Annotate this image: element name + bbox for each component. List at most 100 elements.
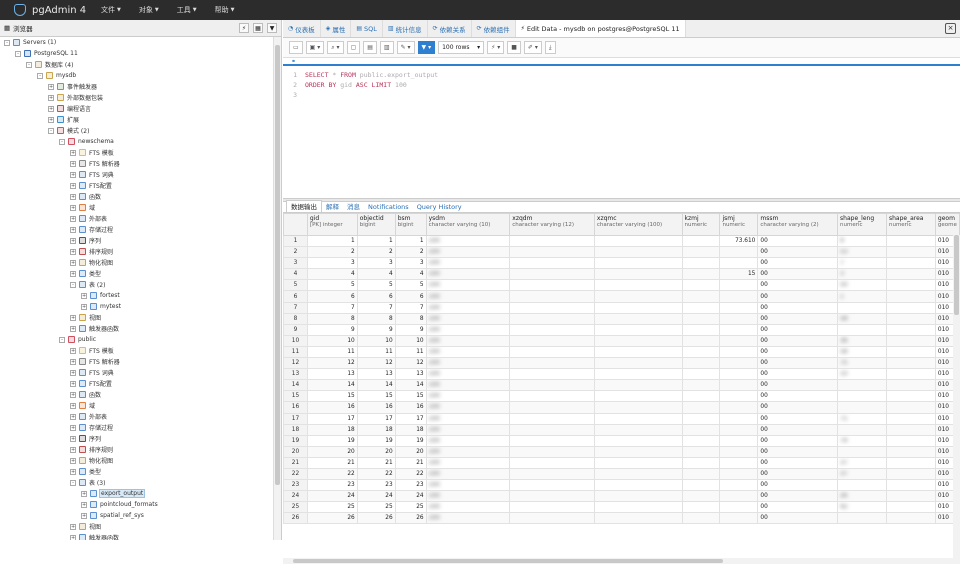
tree-node[interactable]: + 触发器函数 — [0, 532, 272, 540]
tree-node[interactable]: + spatial_ref_sys — [0, 510, 272, 521]
table-cell[interactable]: 14 — [306, 379, 358, 392]
column-header[interactable]: xzqmc character varying (100) — [593, 213, 683, 236]
table-cell[interactable]: 100 — [425, 379, 511, 392]
table-cell[interactable] — [719, 357, 759, 370]
table-cell[interactable]: 21 — [306, 456, 358, 469]
table-cell[interactable]: 6 — [394, 290, 427, 303]
table-cell[interactable]: 3 — [837, 268, 887, 281]
tree-node[interactable]: - Servers (1) — [0, 37, 272, 48]
table-cell[interactable] — [681, 379, 721, 392]
table-cell[interactable] — [719, 490, 759, 503]
table-cell[interactable] — [719, 257, 759, 270]
tree-toggle-icon[interactable]: + — [70, 314, 76, 321]
table-cell[interactable]: 00 — [757, 357, 839, 370]
table-row[interactable]: 11 11 11 11 100 00 58 010 — [283, 345, 960, 359]
table-cell[interactable]: 42 — [837, 501, 887, 514]
table-cell[interactable] — [681, 323, 721, 336]
table-cell[interactable]: 75 — [837, 357, 887, 370]
result-tab[interactable]: 数据输出 — [286, 200, 322, 212]
table-cell[interactable]: 20 — [394, 445, 427, 458]
table-cell[interactable] — [681, 423, 721, 436]
row-number[interactable]: 19 — [283, 434, 308, 447]
table-cell[interactable]: 00 — [757, 412, 839, 425]
table-cell[interactable]: 15 — [394, 390, 427, 403]
table-cell[interactable]: 37 — [837, 456, 887, 469]
table-cell[interactable]: 100 — [425, 279, 511, 292]
row-number[interactable]: 18 — [283, 423, 308, 436]
tree-node[interactable]: + export_output — [0, 488, 272, 499]
table-cell[interactable] — [593, 257, 683, 270]
table-row[interactable]: 21 21 21 21 100 00 37 010 — [283, 456, 960, 469]
table-cell[interactable] — [719, 334, 759, 347]
table-cell[interactable] — [885, 234, 936, 248]
table-cell[interactable] — [509, 279, 595, 292]
tree-toggle-icon[interactable]: + — [70, 149, 76, 156]
tree-toggle-icon[interactable]: + — [70, 413, 76, 420]
tree-toggle-icon[interactable]: + — [70, 160, 76, 167]
table-cell[interactable] — [719, 412, 759, 425]
table-row[interactable]: 12 12 12 12 100 00 75 010 — [283, 357, 960, 370]
tree-toggle-icon[interactable]: + — [70, 358, 76, 365]
table-cell[interactable]: 19 — [394, 434, 427, 447]
tab-item[interactable]: ▥ 统计信息 — [383, 20, 428, 37]
tab-item[interactable]: ⟳ 依赖关系 — [428, 20, 472, 37]
table-cell[interactable] — [681, 368, 721, 381]
tree-node[interactable]: - 数据库 (4) — [0, 59, 272, 70]
row-number[interactable]: 17 — [283, 412, 308, 425]
tree-toggle-icon[interactable]: + — [48, 94, 54, 101]
table-cell[interactable]: 18 — [356, 423, 396, 436]
table-cell[interactable]: 15 — [356, 390, 396, 403]
table-cell[interactable]: 1 — [356, 234, 396, 248]
table-row[interactable]: 22 22 22 22 100 00 37 010 — [283, 467, 960, 481]
table-cell[interactable] — [837, 379, 887, 392]
row-number[interactable]: 21 — [283, 456, 308, 469]
table-cell[interactable]: 100 — [425, 246, 511, 259]
table-cell[interactable]: 100 — [425, 290, 511, 303]
tree-toggle-icon[interactable]: + — [48, 105, 54, 112]
table-cell[interactable] — [719, 423, 759, 436]
tree-toggle-icon[interactable]: + — [70, 248, 76, 255]
table-cell[interactable]: 26 — [356, 512, 396, 525]
table-cell[interactable]: 23 — [394, 479, 427, 492]
table-cell[interactable]: 22 — [356, 467, 396, 481]
tree-node[interactable]: + 排序规则 — [0, 246, 272, 257]
table-row[interactable]: 7 7 7 7 100 00 010 — [283, 301, 960, 314]
table-cell[interactable] — [885, 479, 936, 492]
table-cell[interactable] — [885, 323, 936, 336]
table-cell[interactable]: 00 — [757, 479, 839, 492]
table-cell[interactable]: 26 — [837, 490, 887, 503]
table-cell[interactable] — [681, 279, 721, 292]
table-cell[interactable]: 22 — [306, 467, 358, 481]
table-cell[interactable] — [681, 334, 721, 347]
table-cell[interactable] — [719, 390, 759, 403]
tree-toggle-icon[interactable]: - — [4, 39, 10, 46]
row-number[interactable]: 4 — [283, 268, 308, 281]
table-cell[interactable] — [885, 412, 936, 425]
table-cell[interactable] — [681, 357, 721, 370]
table-cell[interactable] — [593, 456, 683, 469]
table-cell[interactable] — [509, 434, 595, 447]
tree-toggle-icon[interactable]: + — [48, 83, 54, 90]
table-cell[interactable]: 50 — [837, 279, 887, 292]
tree-node[interactable]: + 域 — [0, 400, 272, 411]
tree-toggle-icon[interactable]: + — [70, 347, 76, 354]
table-cell[interactable]: 100 — [425, 357, 511, 370]
table-cell[interactable]: 10 — [394, 334, 427, 347]
table-cell[interactable] — [885, 357, 936, 370]
row-number[interactable]: 10 — [283, 334, 308, 347]
table-row[interactable]: 17 17 17 17 100 00 71 010 — [283, 412, 960, 425]
table-cell[interactable] — [885, 490, 936, 503]
table-cell[interactable]: 100 — [425, 390, 511, 403]
row-number[interactable]: 16 — [283, 401, 308, 414]
column-header[interactable]: shape_leng numeric — [837, 213, 887, 236]
rows-limit-select[interactable]: 100 rows ▾ — [438, 41, 485, 54]
row-number[interactable]: 6 — [283, 290, 308, 303]
table-cell[interactable]: 00 — [757, 501, 839, 514]
tab-item[interactable]: ▤ SQL — [351, 20, 383, 37]
table-cell[interactable] — [509, 312, 595, 325]
table-cell[interactable] — [681, 445, 721, 458]
tree-node[interactable]: + 视图 — [0, 521, 272, 532]
column-header[interactable]: geom geome — [934, 213, 960, 236]
tree-node[interactable]: + 扩展 — [0, 114, 272, 125]
table-cell[interactable] — [681, 345, 721, 359]
